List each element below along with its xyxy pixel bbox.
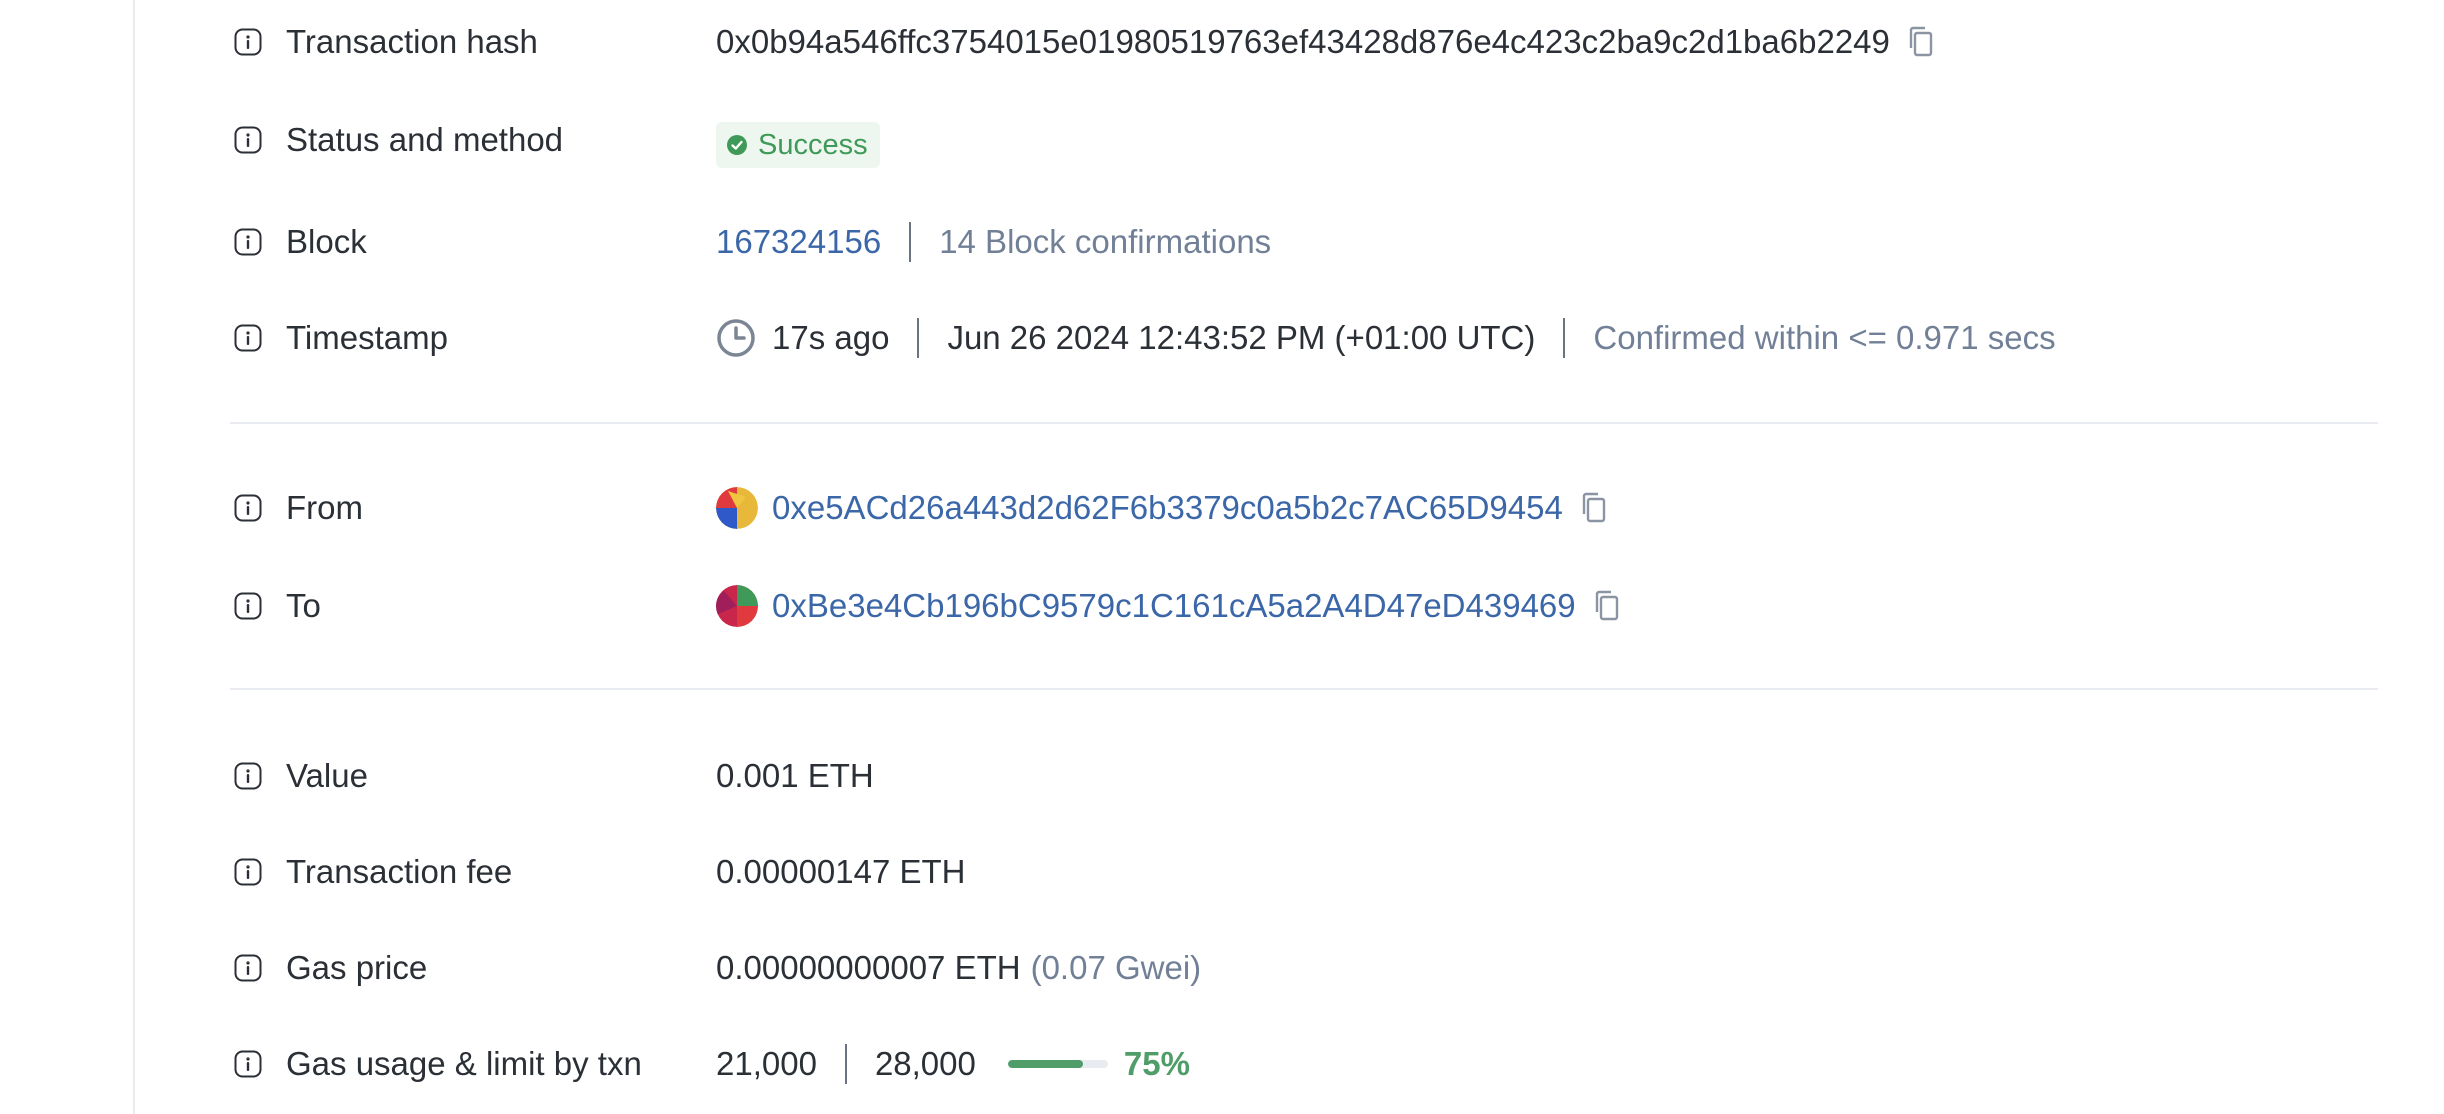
gas-usage-percent: 75%	[1123, 1045, 1190, 1082]
copy-icon[interactable]	[1579, 491, 1609, 525]
to-address-link[interactable]: 0xBe3e4Cb196bC9579c1C161cA5a2A4D47eD4394…	[772, 587, 1576, 625]
block-confirmations: 14 Block confirmations	[939, 223, 1272, 260]
label-status: Status and method	[286, 121, 564, 158]
info-icon[interactable]	[234, 858, 262, 886]
info-icon[interactable]	[234, 228, 262, 256]
info-icon[interactable]	[234, 762, 262, 790]
transaction-hash-text: 0x0b94a546ffc3754015e01980519763ef43428d…	[716, 23, 1890, 60]
row-gas-price: Gas price 0.00000000007 ETH (0.07 Gwei)	[0, 938, 2444, 998]
gas-usage-progress-fill	[1007, 1060, 1083, 1068]
separator	[917, 318, 920, 358]
from-address-link[interactable]: 0xe5ACd26a443d2d62F6b3379c0a5b2c7AC65D94…	[772, 489, 1563, 527]
info-icon[interactable]	[234, 954, 262, 982]
gas-price-eth: 0.00000000007 ETH	[716, 949, 1021, 986]
address-avatar	[716, 487, 758, 529]
value-gas-price: 0.00000000007 ETH (0.07 Gwei)	[716, 949, 1201, 987]
copy-icon[interactable]	[1592, 589, 1622, 623]
label-value: Value	[286, 757, 368, 794]
value-from: 0xe5ACd26a443d2d62F6b3379c0a5b2c7AC65D94…	[716, 487, 1609, 529]
label-timestamp: Timestamp	[286, 319, 448, 356]
check-circle-icon	[727, 135, 747, 155]
info-icon[interactable]	[234, 126, 262, 154]
info-icon[interactable]	[234, 28, 262, 56]
label-to: To	[286, 587, 321, 624]
separator	[1563, 318, 1566, 358]
timestamp-datetime: Jun 26 2024 12:43:52 PM (+01:00 UTC)	[947, 319, 1536, 356]
row-block: Block 167324156 14 Block confirmations	[0, 212, 2444, 272]
status-badge: Success	[716, 122, 880, 168]
label-transaction-hash: Transaction hash	[286, 23, 538, 60]
block-number-link[interactable]: 167324156	[716, 223, 881, 261]
address-avatar	[716, 585, 758, 627]
value-gas-usage: 21,000 28,000 75%	[716, 1044, 1190, 1084]
row-status: Status and method Success	[0, 110, 2444, 170]
row-from: From 0xe5ACd26a443d2d62F6b3379c0a5b2c7AC…	[0, 478, 2444, 538]
row-transaction-fee: Transaction fee 0.00000147 ETH	[0, 842, 2444, 902]
label-from: From	[286, 489, 363, 526]
value-timestamp: 17s ago Jun 26 2024 12:43:52 PM (+01:00 …	[716, 318, 2056, 358]
separator	[909, 222, 912, 262]
value-amount: 0.001 ETH	[716, 757, 874, 794]
value-transaction-hash: 0x0b94a546ffc3754015e01980519763ef43428d…	[716, 23, 1936, 61]
value-to: 0xBe3e4Cb196bC9579c1C161cA5a2A4D47eD4394…	[716, 585, 1622, 627]
label-gas-usage: Gas usage & limit by txn	[286, 1045, 642, 1082]
row-to: To 0xBe3e4Cb196bC9579c1C161cA5a2A4D47eD4…	[0, 576, 2444, 636]
value-transaction-fee: 0.00000147 ETH	[716, 853, 966, 890]
section-divider	[230, 422, 2378, 424]
label-block: Block	[286, 223, 367, 260]
row-value: Value 0.001 ETH	[0, 746, 2444, 806]
label-gas-price: Gas price	[286, 949, 428, 986]
timestamp-ago: 17s ago	[772, 319, 890, 356]
info-icon[interactable]	[234, 1050, 262, 1078]
row-timestamp: Timestamp 17s ago Jun 26 2024 12:43:52 P…	[0, 308, 2444, 368]
row-transaction-hash: Transaction hash 0x0b94a546ffc3754015e01…	[0, 12, 2444, 72]
separator	[844, 1044, 847, 1084]
gas-limit: 28,000	[874, 1045, 976, 1082]
gas-used: 21,000	[716, 1045, 817, 1082]
gas-usage-progress-bar	[1007, 1060, 1108, 1068]
status-badge-label: Success	[758, 128, 868, 161]
clock-icon	[717, 319, 755, 357]
row-gas-usage: Gas usage & limit by txn 21,000 28,000 7…	[0, 1034, 2444, 1094]
label-transaction-fee: Transaction fee	[286, 853, 513, 890]
info-icon[interactable]	[234, 592, 262, 620]
section-divider	[230, 688, 2378, 690]
value-block: 167324156 14 Block confirmations	[716, 222, 1271, 262]
info-icon[interactable]	[234, 324, 262, 352]
timestamp-confirmed: Confirmed within <= 0.971 secs	[1593, 319, 2056, 356]
gas-price-gwei: (0.07 Gwei)	[1030, 949, 1202, 986]
info-icon[interactable]	[234, 494, 262, 522]
copy-icon[interactable]	[1906, 25, 1936, 59]
value-status: Success	[716, 122, 880, 168]
